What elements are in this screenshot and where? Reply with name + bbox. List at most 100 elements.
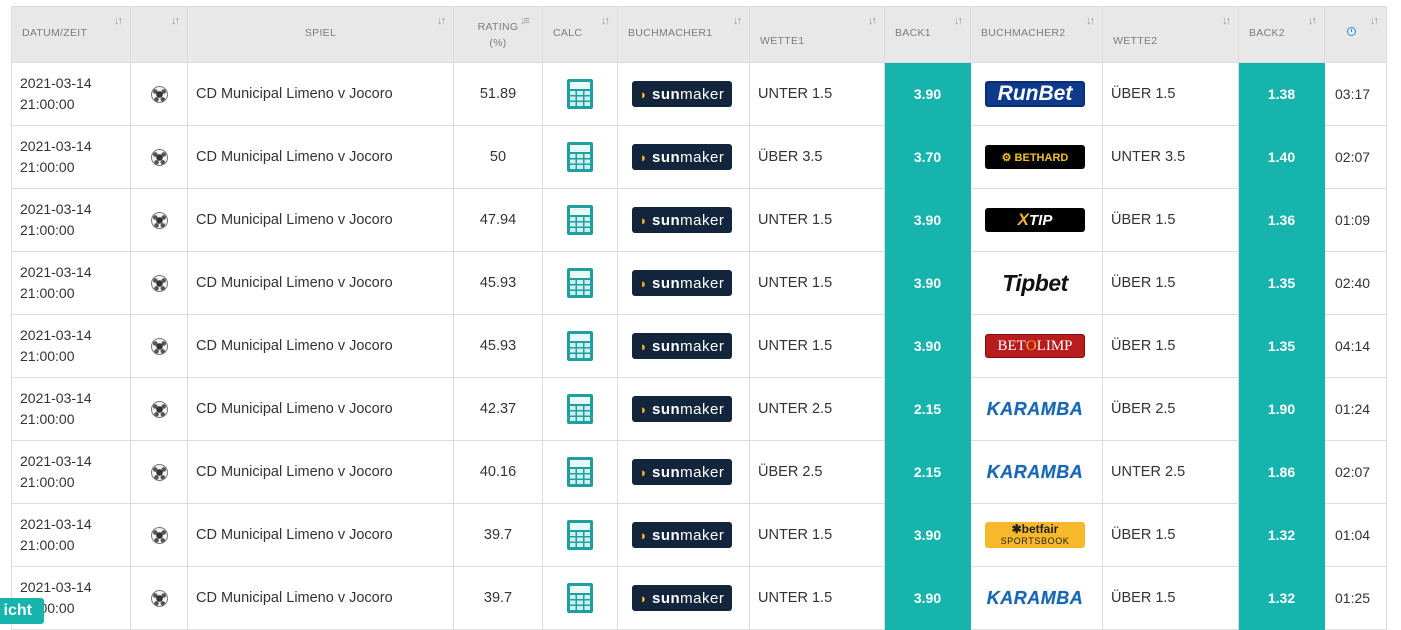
sort-arrows-icon[interactable]: ↓↑ (1222, 15, 1231, 27)
sort-arrows-icon[interactable]: ↓↑ (954, 15, 963, 27)
cell-age: 02:40 (1324, 251, 1387, 315)
calculator-icon[interactable] (567, 79, 593, 109)
cell-rating: 39.7 (453, 566, 543, 630)
cell-back1[interactable]: 3.90 (884, 503, 971, 567)
sort-arrows-icon[interactable]: ↓↑ (1370, 15, 1379, 27)
cell-datetime: 2021-03-14 21:00:00 (11, 440, 131, 504)
sort-arrows-icon[interactable]: ↓↑ (601, 15, 610, 27)
cell-back1[interactable]: 3.70 (884, 125, 971, 189)
cell-bookmaker2: ⚙ BETHARD (970, 125, 1103, 189)
table-row[interactable]: 2021-03-14 21:00:00 CD Municipal Limeno v… (11, 503, 1387, 567)
sunmaker-logo[interactable]: ◗ sun maker (632, 144, 732, 170)
cell-back1[interactable]: 3.90 (884, 188, 971, 252)
sunmaker-logo[interactable]: ◗ sun maker (632, 270, 732, 296)
col-wette1[interactable]: WETTE1 ↓↑ (749, 6, 885, 63)
sort-arrows-icon[interactable]: ↓↑ (1086, 15, 1095, 27)
cell-sport (130, 503, 188, 567)
col-spiel[interactable]: SPIEL ↓↑ (187, 6, 454, 63)
sunmaker-logo[interactable]: ◗ sun maker (632, 333, 732, 359)
betolimp-logo[interactable]: BET O LIMP (985, 334, 1085, 358)
calculator-icon[interactable] (567, 268, 593, 298)
cell-back1[interactable]: 3.90 (884, 314, 971, 378)
col-sport[interactable]: ↓↑ (130, 6, 188, 63)
soccer-ball-icon (150, 274, 168, 292)
sort-arrows-icon[interactable]: ↓↑ (437, 15, 446, 27)
cell-back2[interactable]: 1.86 (1238, 440, 1325, 504)
time-text: 21:00:00 (20, 222, 75, 238)
cell-back1[interactable]: 3.90 (884, 62, 971, 126)
age-value: 01:25 (1335, 590, 1371, 606)
col-rating[interactable]: RATING (%) ↓≡ (453, 6, 543, 63)
cell-back2[interactable]: 1.36 (1238, 188, 1325, 252)
calculator-icon[interactable] (567, 331, 593, 361)
cell-back2[interactable]: 1.38 (1238, 62, 1325, 126)
sunmaker-logo[interactable]: ◗ sun maker (632, 81, 732, 107)
cell-back1[interactable]: 2.15 (884, 440, 971, 504)
table-row[interactable]: 2021-03-14 21:00:00 CD Municipal Limeno v… (11, 377, 1387, 441)
col-buchmacher2[interactable]: BUCHMACHER2 ↓↑ (970, 6, 1103, 63)
calculator-icon[interactable] (567, 520, 593, 550)
cell-back2[interactable]: 1.90 (1238, 377, 1325, 441)
sunmaker-logo[interactable]: ◗ sun maker (632, 585, 732, 611)
cell-game[interactable]: CD Municipal Limeno v Jocoro (187, 188, 454, 252)
sort-arrows-icon[interactable]: ↓↑ (1308, 15, 1317, 27)
sunmaker-logo[interactable]: ◗ sun maker (632, 207, 732, 233)
tipbet-logo[interactable]: Tipbet (985, 270, 1085, 296)
bethard-logo[interactable]: ⚙ BETHARD (985, 145, 1085, 169)
sunmaker-logo[interactable]: ◗ sun maker (632, 522, 732, 548)
col-buchmacher1[interactable]: BUCHMACHER1 ↓↑ (617, 6, 750, 63)
soccer-ball-icon (150, 526, 168, 544)
sort-arrows-icon[interactable]: ↓↑ (171, 15, 180, 27)
col-datum-zeit[interactable]: DATUM/ZEIT ↓↑ (11, 6, 131, 63)
cell-game[interactable]: CD Municipal Limeno v Jocoro (187, 251, 454, 315)
calculator-icon[interactable] (567, 394, 593, 424)
cell-back1[interactable]: 3.90 (884, 566, 971, 630)
cell-game[interactable]: CD Municipal Limeno v Jocoro (187, 503, 454, 567)
table-row[interactable]: 2021-03-14 21:00:00 CD Municipal Limeno v… (11, 62, 1387, 126)
cell-back2[interactable]: 1.35 (1238, 251, 1325, 315)
col-time[interactable]: ↓↑ (1324, 6, 1387, 63)
sort-arrows-icon[interactable]: ↓↑ (868, 15, 877, 27)
cell-game[interactable]: CD Municipal Limeno v Jocoro (187, 440, 454, 504)
cell-back2[interactable]: 1.32 (1238, 566, 1325, 630)
table-row[interactable]: 2021-03-14 21:00:00 CD Municipal Limeno v… (11, 314, 1387, 378)
side-tab[interactable]: icht (0, 598, 44, 624)
table-row[interactable]: 2021-03-14 21:00:00 CD Municipal Limeno v… (11, 440, 1387, 504)
cell-game[interactable]: CD Municipal Limeno v Jocoro (187, 566, 454, 630)
table-row[interactable]: 2021-03-14 21:00:00 CD Municipal Limeno v… (11, 188, 1387, 252)
cell-game[interactable]: CD Municipal Limeno v Jocoro (187, 377, 454, 441)
sunmaker-logo[interactable]: ◗ sun maker (632, 459, 732, 485)
cell-game[interactable]: CD Municipal Limeno v Jocoro (187, 125, 454, 189)
cell-back1[interactable]: 3.90 (884, 251, 971, 315)
betfair-logo[interactable]: ✱betfair SPORTSBOOK (985, 522, 1085, 548)
sort-arrows-icon[interactable]: ↓↑ (114, 15, 123, 27)
sunmaker-logo[interactable]: ◗ sun maker (632, 396, 732, 422)
table-row[interactable]: 2021-03-14 21:00:00 CD Municipal Limeno v… (11, 251, 1387, 315)
calculator-icon[interactable] (567, 457, 593, 487)
col-back2[interactable]: BACK2 ↓↑ (1238, 6, 1325, 63)
karamba-logo[interactable]: KARAMBA (985, 396, 1085, 422)
cell-back2[interactable]: 1.32 (1238, 503, 1325, 567)
cell-datetime: 2021-03-14 21:00:00 (11, 188, 131, 252)
cell-datetime: 2021-03-14 21:00:00 (11, 62, 131, 126)
col-wette2[interactable]: WETTE2 ↓↑ (1102, 6, 1239, 63)
cell-back2[interactable]: 1.35 (1238, 314, 1325, 378)
cell-back2[interactable]: 1.40 (1238, 125, 1325, 189)
karamba-logo[interactable]: KARAMBA (985, 585, 1085, 611)
table-row[interactable]: 2021-03-14 21:00:00 CD Municipal Limeno v… (11, 125, 1387, 189)
xtip-logo[interactable]: X TIP (985, 208, 1085, 232)
cell-game[interactable]: CD Municipal Limeno v Jocoro (187, 314, 454, 378)
calculator-icon[interactable] (567, 205, 593, 235)
col-back1[interactable]: BACK1 ↓↑ (884, 6, 971, 63)
col-calc[interactable]: CALC ↓↑ (542, 6, 618, 63)
calculator-icon[interactable] (567, 142, 593, 172)
logo-text: sun (652, 148, 681, 166)
runbet-logo[interactable]: RunBet (985, 81, 1085, 107)
cell-back1[interactable]: 2.15 (884, 377, 971, 441)
table-row[interactable]: 2021-03-14 21:00:00 CD Municipal Limeno v… (11, 566, 1387, 630)
calculator-icon[interactable] (567, 583, 593, 613)
cell-game[interactable]: CD Municipal Limeno v Jocoro (187, 62, 454, 126)
sort-descending-icon[interactable]: ↓≡ (520, 15, 530, 27)
sort-arrows-icon[interactable]: ↓↑ (733, 15, 742, 27)
karamba-logo[interactable]: KARAMBA (985, 459, 1085, 485)
